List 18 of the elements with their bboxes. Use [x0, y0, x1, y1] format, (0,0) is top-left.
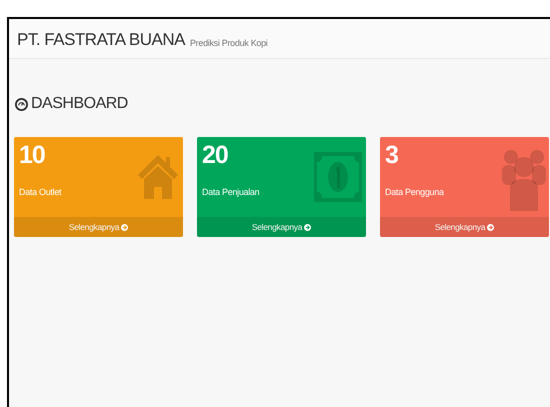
stat-label: Data Pengguna — [385, 188, 444, 197]
more-link[interactable]: Selengkapnya — [380, 217, 549, 237]
stat-count: 20 — [202, 143, 228, 168]
arrow-circle-icon — [121, 224, 128, 230]
brand-title: PT. FASTRATA BUANA — [17, 31, 185, 48]
subtitle: Prediksi Produk Kopi — [190, 39, 268, 48]
banknote-icon — [314, 152, 362, 202]
page-title: DASHBOARD — [31, 94, 128, 114]
stat-label: Data Outlet — [19, 188, 62, 197]
more-link[interactable]: Selengkapnya — [197, 217, 366, 237]
more-link[interactable]: Selengkapnya — [14, 217, 183, 237]
stat-label: Data Penjualan — [202, 188, 260, 197]
arrow-circle-icon — [304, 224, 312, 230]
users-icon — [501, 149, 547, 211]
dashboard-icon — [15, 98, 28, 110]
arrow-circle-icon — [487, 224, 494, 230]
stat-count: 3 — [385, 143, 398, 168]
stat-count: 10 — [19, 143, 45, 168]
